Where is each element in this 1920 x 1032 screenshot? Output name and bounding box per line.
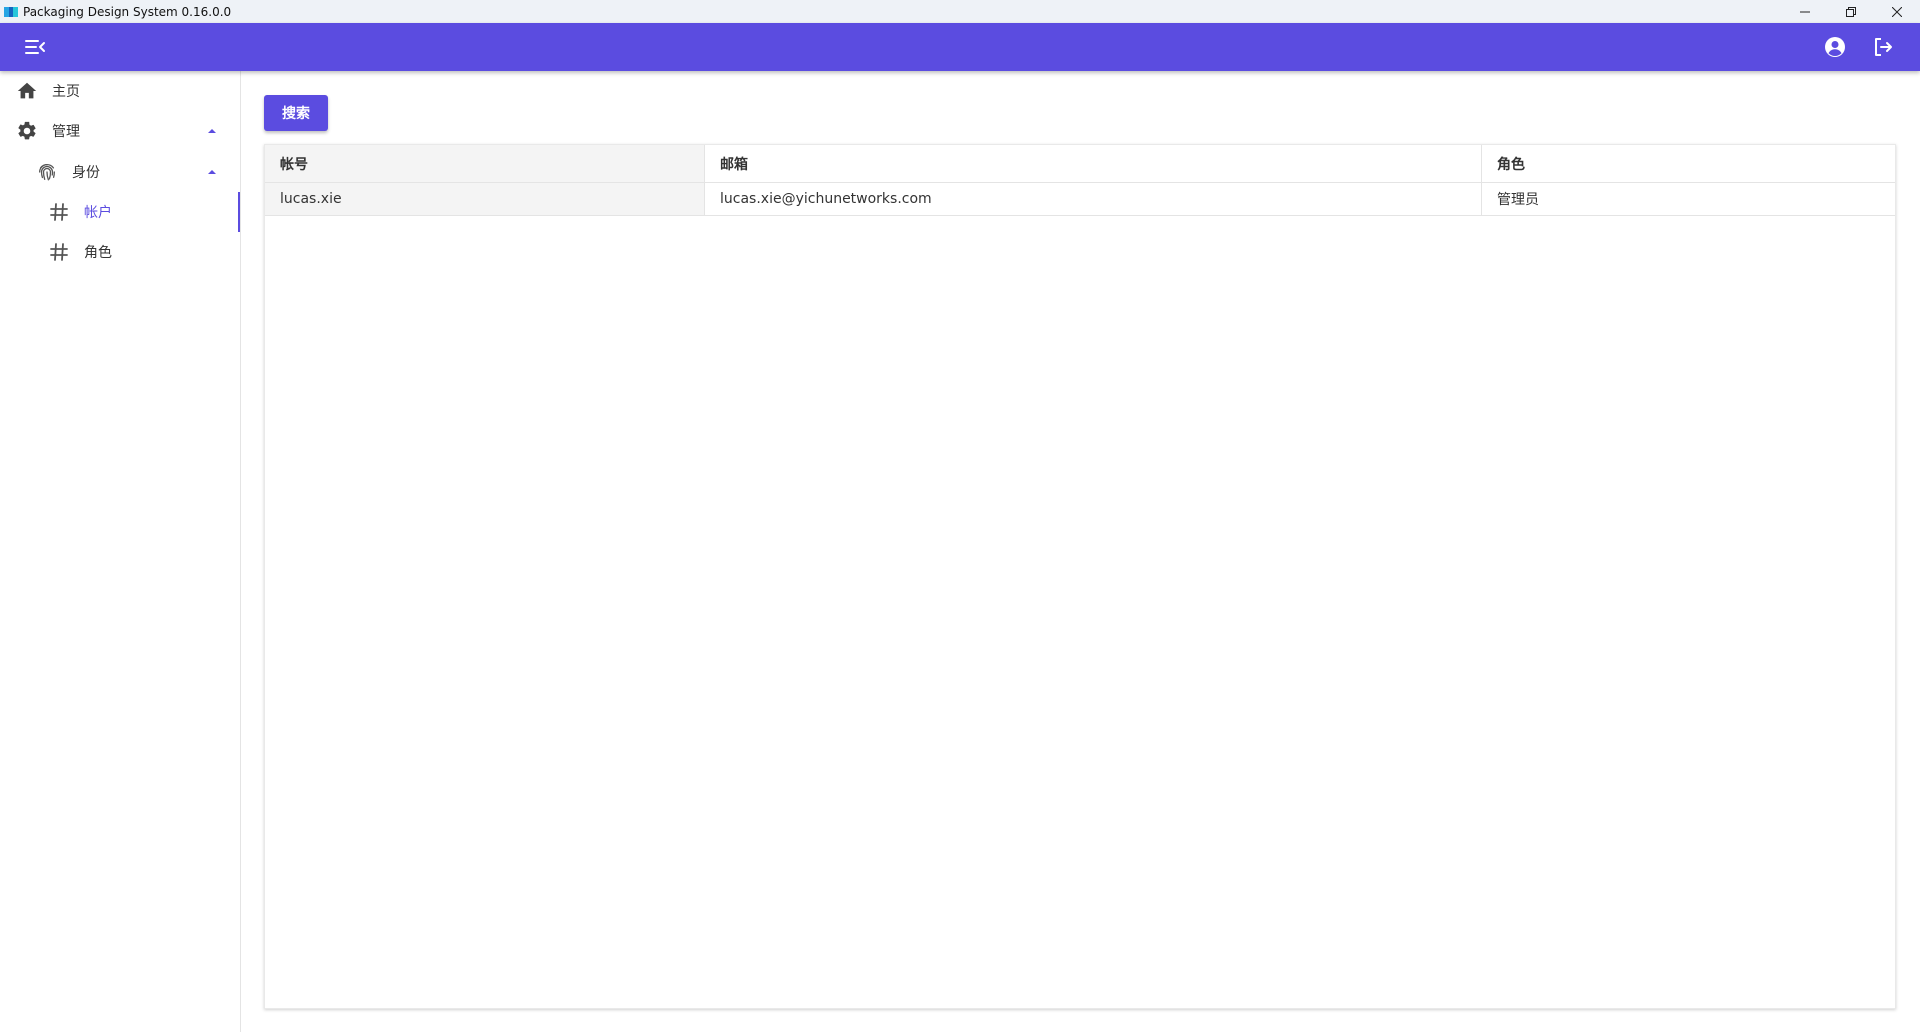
cell-email: lucas.xie@yichunetworks.com (705, 183, 1482, 215)
sidebar-item-label: 管理 (52, 124, 80, 140)
gear-icon (16, 120, 38, 142)
sidebar-item-roles[interactable]: 角色 (0, 232, 240, 272)
table-header-row: 帐号 邮箱 角色 (265, 145, 1895, 183)
hash-icon (48, 241, 70, 263)
accounts-table: 帐号 邮箱 角色 lucas.xie lucas.xie@yichunetwor… (264, 144, 1896, 1009)
fingerprint-icon (36, 161, 58, 183)
chevron-up-icon (208, 170, 216, 174)
menu-toggle-button[interactable] (23, 35, 47, 59)
minimize-button[interactable] (1782, 0, 1828, 23)
minimize-icon (1800, 11, 1810, 12)
chevron-up-icon (208, 129, 216, 133)
column-header-email[interactable]: 邮箱 (705, 145, 1482, 182)
hash-icon (48, 201, 70, 223)
sidebar-item-manage[interactable]: 管理 (0, 111, 240, 151)
sidebar-item-accounts[interactable]: 帐户 (0, 192, 240, 232)
home-icon (16, 80, 38, 102)
app-logo-icon (4, 6, 18, 17)
close-button[interactable] (1874, 0, 1920, 23)
logout-icon (1875, 38, 1892, 56)
sidebar-item-home[interactable]: 主页 (0, 71, 240, 111)
restore-button[interactable] (1828, 0, 1874, 23)
sidebar-item-identity[interactable]: 身份 (0, 152, 240, 192)
account-button[interactable] (1823, 35, 1847, 59)
restore-icon (1846, 6, 1856, 17)
sidebar-item-label: 主页 (52, 84, 80, 100)
sidebar-item-label: 帐户 (84, 205, 112, 221)
menu-fold-icon (25, 40, 45, 54)
sidebar-item-label: 角色 (84, 245, 112, 261)
window-titlebar: Packaging Design System 0.16.0.0 (0, 0, 1920, 23)
account-circle-icon (1825, 37, 1845, 57)
cell-account: lucas.xie (265, 183, 705, 215)
close-icon (1892, 6, 1902, 17)
logout-button[interactable] (1871, 35, 1895, 59)
app-header (0, 23, 1920, 71)
column-header-account[interactable]: 帐号 (265, 145, 705, 182)
column-header-role[interactable]: 角色 (1482, 145, 1895, 182)
sidebar: 主页 管理 身份 帐户 角色 (0, 71, 241, 1032)
search-button[interactable]: 搜索 (264, 95, 328, 131)
window-controls (1782, 0, 1920, 23)
window-title: Packaging Design System 0.16.0.0 (23, 4, 232, 19)
cell-role: 管理员 (1497, 192, 1539, 208)
sidebar-item-label: 身份 (72, 165, 100, 181)
table-row[interactable]: lucas.xie lucas.xie@yichunetworks.com 管理… (265, 183, 1895, 216)
